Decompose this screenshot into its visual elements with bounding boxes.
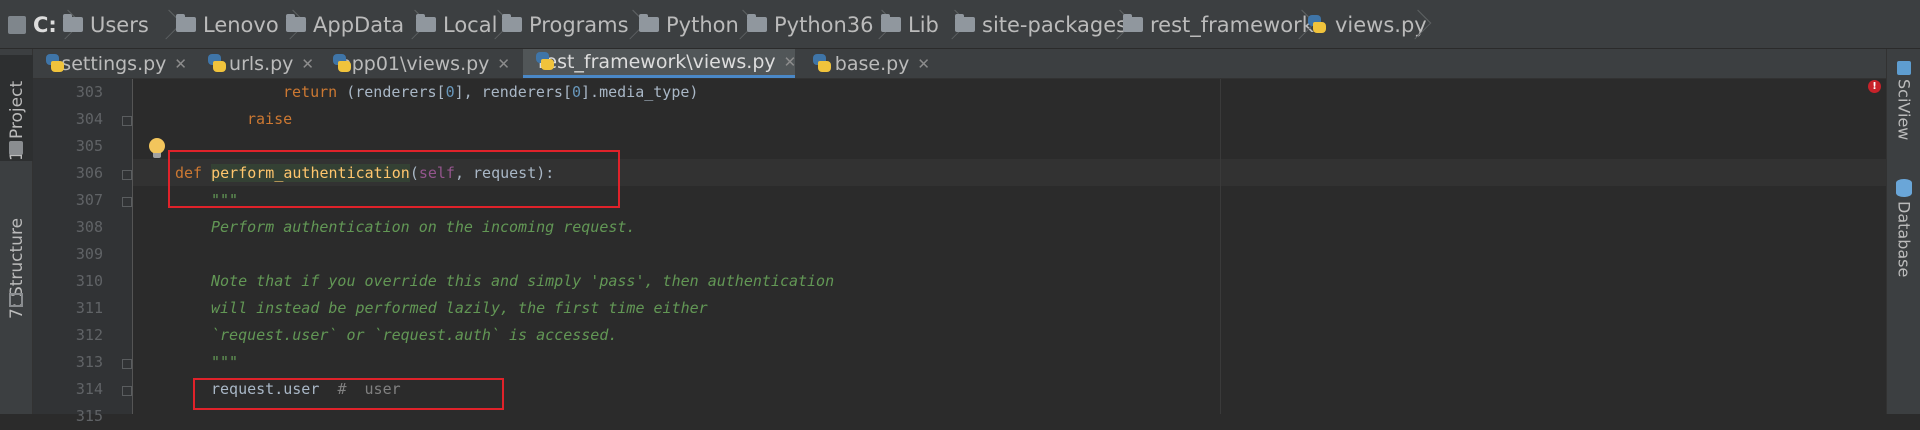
line-number: 308 xyxy=(75,218,103,236)
python-file-icon xyxy=(331,53,351,75)
code-line-304: raise xyxy=(247,110,293,128)
folder-icon xyxy=(881,14,901,32)
database-icon xyxy=(1896,179,1912,197)
breadcrumb-site-packages[interactable]: site-packages xyxy=(955,0,1127,49)
project-icon xyxy=(9,141,23,155)
fold-marker-icon[interactable] xyxy=(122,116,132,126)
code-editor[interactable]: return (renderers[0], renderers[0].media… xyxy=(133,79,1886,414)
line-number: 311 xyxy=(75,299,103,317)
line-number: 307 xyxy=(75,191,103,209)
line-number: 305 xyxy=(75,137,103,155)
breadcrumb-python[interactable]: Python xyxy=(639,0,739,49)
python-file-icon xyxy=(1306,14,1328,36)
structure-icon xyxy=(9,293,23,307)
python-file-icon xyxy=(811,53,831,75)
line-number: 314 xyxy=(75,380,103,398)
breadcrumb-lenovo[interactable]: Lenovo xyxy=(176,0,279,49)
fold-marker-icon[interactable] xyxy=(122,359,132,369)
code-line-310: Note that if you override this and simpl… xyxy=(211,272,835,290)
close-icon[interactable]: ✕ xyxy=(497,55,510,73)
python-file-icon xyxy=(44,53,64,75)
highlight-box-request-user xyxy=(193,378,504,410)
code-line-313: """ xyxy=(211,353,239,371)
folder-icon xyxy=(286,14,306,32)
code-line-312: `request.user` or `request.auth` is acce… xyxy=(211,326,618,344)
folder-icon xyxy=(502,14,522,32)
line-number: 309 xyxy=(75,245,103,263)
sciview-tool-tab[interactable]: SciView xyxy=(1887,61,1920,140)
left-tool-strip: 1: Project 7: Structure xyxy=(0,49,33,414)
fold-marker-icon[interactable] xyxy=(122,170,132,180)
error-indicator-icon[interactable]: ! xyxy=(1868,80,1881,93)
folder-icon xyxy=(639,14,659,32)
code-line-308: Perform authentication on the incoming r… xyxy=(211,218,636,236)
code-line-311: will instead be performed lazily, the fi… xyxy=(211,299,708,317)
close-icon[interactable]: ✕ xyxy=(301,55,314,73)
line-number: 315 xyxy=(75,407,103,425)
editor-tabs: settings.py ✕ urls.py ✕ app01\views.py ✕… xyxy=(33,49,1886,79)
line-number: 313 xyxy=(75,353,103,371)
editor-gutter: 303 304 305 306 307 308 309 310 311 312 … xyxy=(33,79,133,425)
breadcrumb-python36[interactable]: Python36 xyxy=(747,0,874,49)
fold-marker-icon[interactable] xyxy=(122,197,132,207)
drive-icon xyxy=(8,15,26,34)
sciview-icon xyxy=(1897,61,1911,75)
breadcrumb-users[interactable]: Users xyxy=(63,0,149,49)
line-number: 310 xyxy=(75,272,103,290)
tab-base-py[interactable]: base.py ✕ xyxy=(800,49,930,78)
folder-icon xyxy=(955,14,975,32)
close-icon[interactable]: ✕ xyxy=(917,55,930,73)
close-icon[interactable]: ✕ xyxy=(784,53,797,71)
navigation-bar: C: Users Lenovo AppData Local Programs P… xyxy=(0,0,1920,49)
breadcrumb-drive[interactable]: C: xyxy=(8,0,57,49)
tab-settings-py[interactable]: settings.py ✕ xyxy=(33,49,187,78)
line-number: 303 xyxy=(75,83,103,101)
fold-marker-icon[interactable] xyxy=(122,386,132,396)
folder-icon xyxy=(1123,14,1143,32)
tab-app01-views-py[interactable]: app01\views.py ✕ xyxy=(320,49,510,78)
folder-icon xyxy=(747,14,767,32)
python-file-icon xyxy=(206,53,226,75)
breadcrumb-lib[interactable]: Lib xyxy=(881,0,939,49)
line-number: 312 xyxy=(75,326,103,344)
breadcrumb-appdata[interactable]: AppData xyxy=(286,0,404,49)
database-tool-label: Database xyxy=(1894,201,1914,278)
database-tool-tab[interactable]: Database xyxy=(1887,179,1920,277)
line-number: 306 xyxy=(75,164,103,182)
right-tool-strip: SciView Database xyxy=(1886,49,1920,414)
right-margin-guide xyxy=(1220,79,1221,414)
code-line-303: return (renderers[0], renderers[0].media… xyxy=(283,83,699,101)
tab-rest-framework-views-py[interactable]: rest_framework\views.py ✕ xyxy=(523,49,797,78)
close-icon[interactable]: ✕ xyxy=(174,55,187,73)
breadcrumb-separator xyxy=(1416,9,1428,40)
sciview-tool-label: SciView xyxy=(1894,79,1914,141)
tab-urls-py[interactable]: urls.py ✕ xyxy=(195,49,314,78)
line-number: 304 xyxy=(75,110,103,128)
folder-icon xyxy=(176,14,196,32)
folder-icon xyxy=(63,14,83,32)
breadcrumb-programs[interactable]: Programs xyxy=(502,0,629,49)
folder-icon xyxy=(416,14,436,32)
highlight-box-def xyxy=(168,150,620,208)
